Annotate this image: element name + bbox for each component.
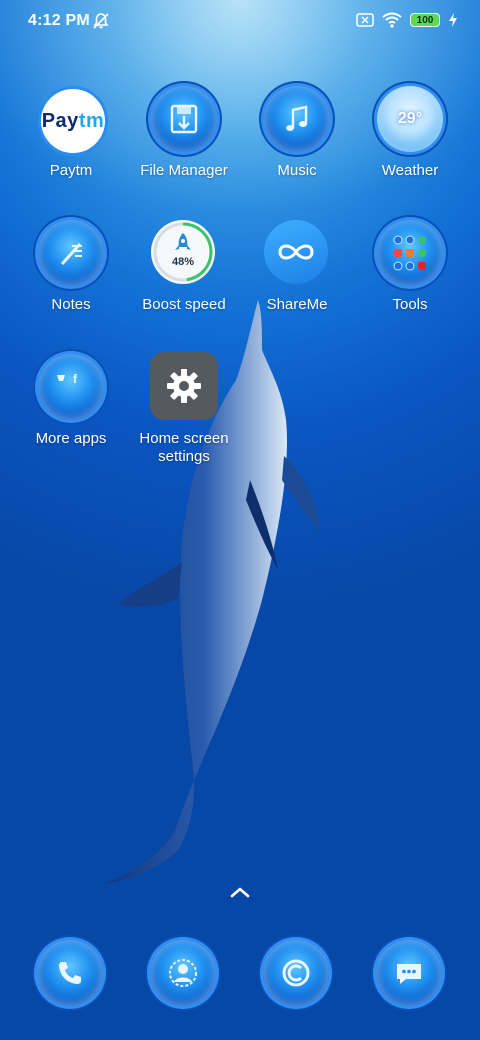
svg-text:f: f: [73, 372, 78, 386]
charging-bolt-icon: [449, 13, 457, 27]
file-manager-icon: [151, 86, 217, 152]
weather-icon: 29°: [377, 86, 443, 152]
boost-percent: 48%: [171, 256, 195, 268]
folder-more-apps[interactable]: f More apps: [16, 354, 126, 448]
silent-bell-icon: [93, 13, 109, 29]
chevron-up-icon[interactable]: [229, 884, 251, 900]
app-label: ShareMe: [266, 296, 328, 313]
status-bar: 4:12 PM 100: [0, 0, 480, 44]
app-label: Boost speed: [142, 296, 226, 313]
gear-icon: [150, 352, 218, 420]
app-label: Weather: [381, 162, 439, 179]
app-file-manager[interactable]: File Manager: [129, 86, 239, 180]
app-weather[interactable]: 29° Weather: [355, 86, 465, 180]
phone-icon: [37, 940, 103, 1006]
tools-folder-icon: [377, 220, 443, 286]
app-label: Music: [277, 162, 317, 179]
dock-contacts[interactable]: [150, 940, 216, 1006]
browser-icon: [263, 940, 329, 1006]
dock-messages[interactable]: [376, 940, 442, 1006]
app-shareme[interactable]: ShareMe: [242, 220, 352, 314]
infinity-icon: [264, 220, 328, 284]
app-notes[interactable]: Notes: [16, 220, 126, 314]
sim-blocked-icon: [356, 13, 374, 27]
folder-tools[interactable]: Tools: [355, 220, 465, 314]
app-paytm[interactable]: Paytm Paytm: [16, 86, 126, 180]
app-home-screen-settings[interactable]: Home screen settings: [129, 352, 239, 466]
weather-temp: 29°: [397, 110, 423, 127]
battery-level: 100: [416, 14, 434, 26]
app-label: Paytm: [49, 162, 93, 179]
app-boost-speed[interactable]: 48% Boost speed: [129, 220, 239, 314]
dock-browser[interactable]: [263, 940, 329, 1006]
notes-icon: [38, 220, 104, 286]
messages-icon: [376, 940, 442, 1006]
paytm-logo: Paytm: [38, 86, 108, 156]
dock-phone[interactable]: [37, 940, 103, 1006]
more-apps-folder-icon: f: [38, 354, 104, 420]
wifi-icon: [382, 12, 402, 28]
app-label: File Manager: [140, 162, 228, 179]
app-music[interactable]: Music: [242, 86, 352, 180]
status-time: 4:12 PM: [28, 12, 90, 29]
app-label: Tools: [392, 296, 428, 313]
music-note-icon: [264, 86, 330, 152]
app-label: Home screen settings: [139, 430, 229, 465]
app-label: Notes: [51, 296, 91, 313]
app-label: More apps: [35, 430, 107, 447]
rocket-icon: [175, 233, 191, 250]
battery-icon: 100: [410, 13, 440, 27]
boost-speed-widget: 48%: [151, 220, 215, 284]
contacts-icon: [150, 940, 216, 1006]
